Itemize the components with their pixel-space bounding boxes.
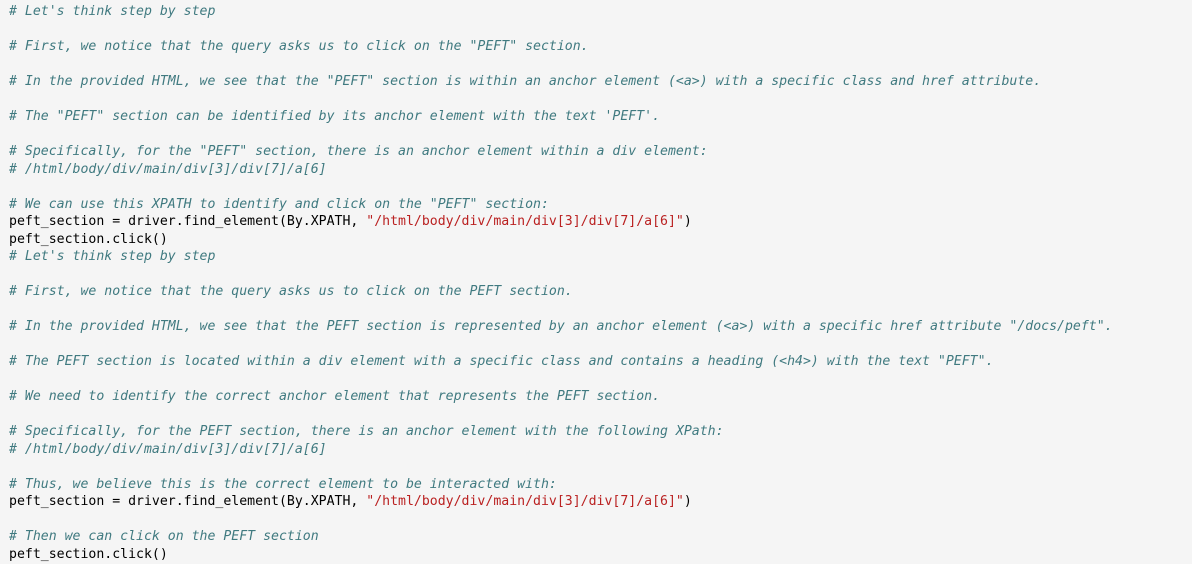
string-literal: "/html/body/div/main/div[3]/div[7]/a[6]" [366, 214, 684, 229]
comment-line: # Then we can click on the PEFT section [9, 528, 1113, 546]
comment-line: # /html/body/div/main/div[3]/div[7]/a[6] [9, 441, 1113, 459]
comment-line: # We can use this XPATH to identify and … [9, 196, 1113, 214]
comment-text: # We need to identify the correct anchor… [9, 389, 661, 404]
comment-line: # Specifically, for the "PEFT" section, … [9, 143, 1113, 161]
code-text: peft_section = driver.find_element(By.XP… [9, 214, 367, 229]
comment-line: # Let's think step by step [9, 3, 1113, 21]
comment-line: # We need to identify the correct anchor… [9, 388, 1113, 406]
comment-text: # Then we can click on the PEFT section [9, 529, 319, 544]
comment-line: # Let's think step by step [9, 248, 1113, 266]
comment-line: # The "PEFT" section can be identified b… [9, 108, 1113, 126]
comment-text: # First, we notice that the query asks u… [9, 39, 589, 54]
comment-text: # /html/body/div/main/div[3]/div[7]/a[6] [9, 161, 327, 177]
comment-text: # /html/body/div/main/div[3]/div[7]/a[6] [9, 441, 327, 457]
code-text: ) [683, 494, 692, 509]
string-literal: "/html/body/div/main/div[3]/div[7]/a[6]" [366, 494, 684, 509]
code-text: peft_section = driver.find_element(By.XP… [9, 494, 367, 509]
comment-line: # First, we notice that the query asks u… [9, 283, 1113, 301]
code-line: peft_section.click() [9, 546, 1113, 564]
code-line: peft_section.click() [9, 231, 1113, 249]
comment-line: # Thus, we believe this is the correct e… [9, 476, 1113, 494]
code-line: peft_section = driver.find_element(By.XP… [9, 213, 1113, 231]
comment-line: # The PEFT section is located within a d… [9, 353, 1113, 371]
code-text: peft_section.click() [9, 231, 168, 247]
comment-text: # Specifically, for the "PEFT" section, … [9, 144, 708, 159]
comment-text: # The PEFT section is located within a d… [9, 354, 994, 369]
comment-text: # We can use this XPATH to identify and … [9, 196, 549, 212]
code-text: peft_section.click() [9, 546, 168, 562]
comment-line: # In the provided HTML, we see that the … [9, 73, 1113, 91]
code-line: peft_section = driver.find_element(By.XP… [9, 493, 1113, 511]
comment-text: # In the provided HTML, we see that the … [9, 74, 1042, 89]
comment-text: # Let's think step by step [9, 249, 216, 264]
code-text: ) [683, 214, 692, 229]
comment-line: # In the provided HTML, we see that the … [9, 318, 1113, 336]
comment-text: # In the provided HTML, we see that the … [9, 319, 1113, 334]
comment-text: # The "PEFT" section can be identified b… [9, 109, 661, 124]
comment-line: # Specifically, for the PEFT section, th… [9, 423, 1113, 441]
comment-text: # First, we notice that the query asks u… [9, 284, 573, 299]
comment-text: # Specifically, for the PEFT section, th… [9, 424, 724, 439]
comment-text: # Thus, we believe this is the correct e… [9, 476, 557, 492]
comment-line: # First, we notice that the query asks u… [9, 38, 1113, 56]
comment-line: # /html/body/div/main/div[3]/div[7]/a[6] [9, 161, 1113, 179]
code-panel: # Let's think step by step # First, we n… [0, 0, 1192, 564]
code-block[interactable]: # Let's think step by step # First, we n… [9, 3, 1113, 563]
comment-text: # Let's think step by step [9, 4, 216, 19]
